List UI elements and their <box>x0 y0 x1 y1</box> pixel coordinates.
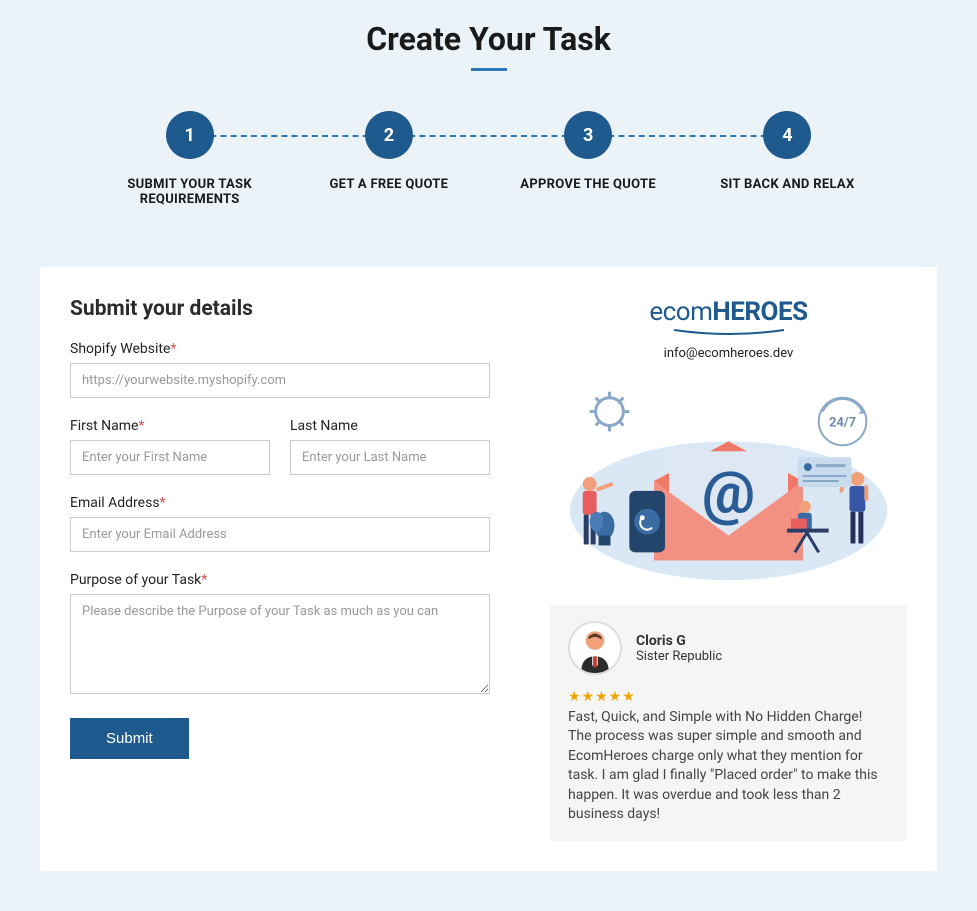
email-input[interactable] <box>70 517 490 552</box>
step-circle: 1 <box>166 111 214 159</box>
reviewer-subtitle: Sister Republic <box>636 649 722 664</box>
shopify-input[interactable] <box>70 363 490 398</box>
step-label: SIT BACK AND RELAX <box>720 177 854 192</box>
form-heading: Submit your details <box>70 297 490 321</box>
step-4: 4 SIT BACK AND RELAX <box>688 111 887 207</box>
review-header: Cloris G Sister Republic <box>568 621 889 675</box>
form-column: Submit your details Shopify Website* Fir… <box>70 297 490 841</box>
step-connector <box>588 135 787 137</box>
required-mark: * <box>160 495 166 511</box>
required-mark: * <box>201 572 207 588</box>
brand-logo: ecomHeroes <box>550 297 907 327</box>
step-connector <box>389 135 588 137</box>
first-name-input[interactable] <box>70 440 270 475</box>
contact-illustration: 24/7 @ <box>550 381 907 581</box>
step-label: SUBMIT YOUR TASK REQUIREMENTS <box>100 177 280 207</box>
field-last-name: Last Name <box>290 418 490 475</box>
page-title: Create Your Task <box>40 20 937 58</box>
step-circle: 4 <box>763 111 811 159</box>
step-2: 2 GET A FREE QUOTE <box>289 111 488 207</box>
svg-text:@: @ <box>702 458 755 528</box>
brand-email: info@ecomheroes.dev <box>550 346 907 361</box>
required-mark: * <box>170 341 176 357</box>
field-shopify: Shopify Website* <box>70 341 490 398</box>
brand-swoosh-icon <box>669 328 789 336</box>
review-card: Cloris G Sister Republic ★★★★★ Fast, Qui… <box>550 605 907 841</box>
first-name-label: First Name* <box>70 418 270 434</box>
step-connector <box>190 135 389 137</box>
step-3: 3 APPROVE THE QUOTE <box>489 111 688 207</box>
svg-text:24/7: 24/7 <box>829 415 856 430</box>
email-label: Email Address* <box>70 495 490 511</box>
reviewer-name: Cloris G <box>636 633 722 649</box>
review-title: Fast, Quick, and Simple with No Hidden C… <box>568 709 889 725</box>
star-rating: ★★★★★ <box>568 689 889 705</box>
step-circle: 2 <box>365 111 413 159</box>
steps-row: 1 SUBMIT YOUR TASK REQUIREMENTS 2 GET A … <box>40 111 937 207</box>
step-circle: 3 <box>564 111 612 159</box>
field-email: Email Address* <box>70 495 490 552</box>
main-panel: Submit your details Shopify Website* Fir… <box>40 267 937 871</box>
info-column: ecomHeroes info@ecomheroes.dev 24/7 <box>490 297 937 841</box>
brand-block: ecomHeroes info@ecomheroes.dev <box>550 297 907 361</box>
shopify-label: Shopify Website* <box>70 341 490 357</box>
last-name-label: Last Name <box>290 418 490 434</box>
purpose-textarea[interactable] <box>70 594 490 694</box>
field-first-name: First Name* <box>70 418 270 475</box>
field-purpose: Purpose of your Task* <box>70 572 490 698</box>
purpose-label: Purpose of your Task* <box>70 572 490 588</box>
step-label: APPROVE THE QUOTE <box>520 177 656 192</box>
avatar <box>568 621 622 675</box>
title-underline <box>471 68 507 71</box>
step-label: GET A FREE QUOTE <box>329 177 448 192</box>
required-mark: * <box>138 418 144 434</box>
review-body: The process was super simple and smooth … <box>568 727 889 825</box>
step-1: 1 SUBMIT YOUR TASK REQUIREMENTS <box>90 111 289 207</box>
submit-button[interactable]: Submit <box>70 718 189 759</box>
last-name-input[interactable] <box>290 440 490 475</box>
